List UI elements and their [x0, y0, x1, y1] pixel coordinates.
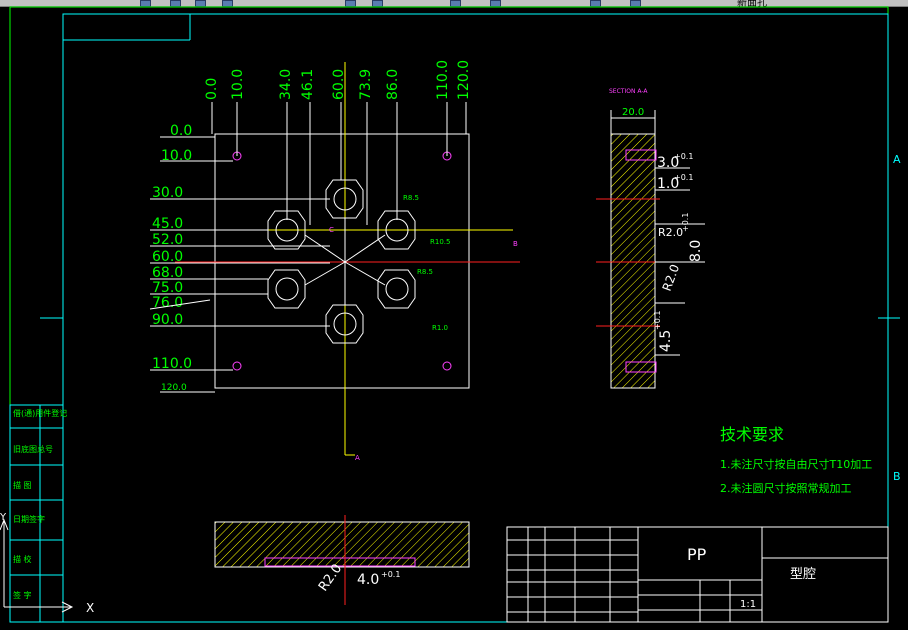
tech-note: 1.未注尺寸按自由尺寸T10加工 [720, 457, 872, 471]
part-name: 型腔 [790, 567, 816, 582]
cad-drawing-canvas[interactable]: A B 借(通)用件登记 旧底图总号 描 图 日期签字 描 校 签 字 X Y … [0, 0, 908, 630]
drawing-element: R8.5 [417, 268, 433, 276]
point-b: B [513, 240, 518, 248]
drawing-element: R1.0 [432, 324, 448, 332]
section-width-dim: 20.0 [622, 107, 644, 118]
top-dim: 10.0 [230, 69, 246, 100]
top-dim: 34.0 [278, 69, 294, 100]
drawing-element [304, 261, 346, 286]
drawing-element: 8.0 [688, 240, 704, 262]
strip-label: 签 字 [13, 590, 32, 600]
point-c: C [329, 226, 334, 234]
left-strip: 借(通)用件登记 旧底图总号 描 图 日期签字 描 校 签 字 [9, 404, 67, 623]
drawing-element: R8.5 [403, 194, 419, 202]
drawing-element: +0.1 [674, 152, 693, 161]
drawing-element [9, 404, 64, 623]
strip-label: 描 图 [13, 480, 32, 490]
top-dim: 86.0 [385, 69, 401, 100]
drawing-element: R10.5 [430, 238, 450, 246]
guide-pins [232, 151, 452, 371]
zone-letter-a: A [893, 153, 901, 166]
drawing-element [385, 277, 409, 301]
section-dim-leaders [655, 167, 705, 356]
top-dim: 46.1 [300, 69, 316, 100]
drawing-element: +0.1 [653, 311, 662, 330]
drawing-element: 4.5 [658, 330, 674, 352]
tech-title: 技术要求 [720, 425, 784, 444]
title-block [506, 526, 889, 623]
drawing-element: R2.0 [660, 262, 683, 293]
bottom-dim: 4.0 [357, 572, 379, 588]
drawing-element [275, 277, 299, 301]
drawing-element [344, 234, 386, 263]
section-dimensions: 3.0 1.0 R2.0 8.0 R2.0 4.5 [657, 155, 704, 352]
drawing-element [304, 234, 346, 263]
strip-label: 借(通)用件登记 [13, 408, 67, 418]
drawing-element: 10.0 [161, 148, 192, 164]
top-dim: 120.0 [456, 60, 472, 100]
left-dimensions: 0.0 10.0 30.0 45.0 52.0 60.0 68.0 75.0 7… [152, 123, 192, 393]
section-body [610, 133, 656, 389]
drawing-element: +0.1 [674, 173, 693, 182]
drawing-element [232, 361, 242, 371]
strip-label: 旧底图总号 [13, 444, 53, 454]
top-dim: 110.0 [435, 60, 451, 100]
scale: 1:1 [740, 599, 756, 610]
drawing-element: Y [0, 512, 7, 523]
drawing-element [344, 261, 386, 286]
drawing-element [506, 526, 889, 623]
drawing-element [442, 361, 452, 371]
cavity-octagon [267, 269, 306, 309]
top-dim-leaders [211, 102, 467, 225]
section-title: SECTION A-A [609, 88, 648, 95]
zone-letter-b: B [893, 470, 901, 483]
plate-outline [214, 133, 470, 389]
top-dim: 73.9 [358, 69, 374, 100]
top-dim: 60.0 [331, 69, 347, 100]
drawing-element: +0.1 [381, 570, 400, 579]
top-dim: 0.0 [204, 78, 220, 100]
material: PP [687, 545, 707, 564]
bottom-view-body [214, 521, 470, 568]
inner-frame [62, 13, 889, 623]
drawing-element: +0.1 [681, 213, 690, 232]
drawing-element: R2.0 [658, 226, 683, 239]
drawing-element: 76.0 [152, 295, 183, 311]
top-dimensions: 0.0 10.0 34.0 46.1 60.0 73.9 86.0 110.0 … [204, 60, 472, 100]
section-letter: A [355, 454, 360, 462]
strip-label: 日期签字 [13, 514, 45, 524]
tech-note: 2.未注圆尺寸按照常规加工 [720, 481, 852, 495]
cavity-octagon [377, 269, 416, 309]
strip-label: 描 校 [13, 554, 32, 564]
drawing-element: X [86, 601, 94, 615]
